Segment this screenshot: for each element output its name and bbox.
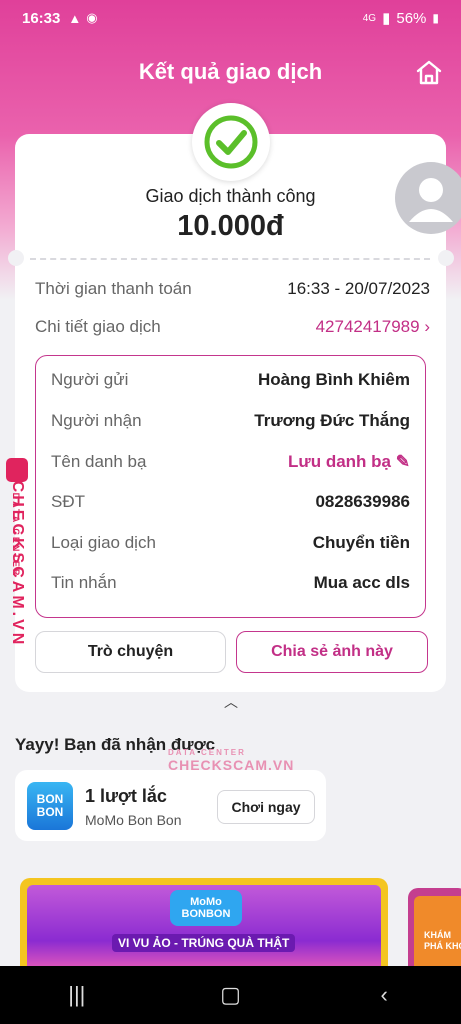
- banner-logo: MoMo BONBON: [170, 890, 242, 926]
- play-now-button[interactable]: Chơi ngay: [217, 790, 315, 824]
- watermark-center: DATA CENTER CHECKSCAM.VN: [168, 748, 295, 773]
- home-nav-icon: ▢: [220, 982, 241, 1007]
- message-value: Mua acc dls: [313, 573, 410, 592]
- messenger-icon: ◉: [86, 10, 98, 25]
- recent-apps-icon: |||: [68, 982, 86, 1007]
- save-contact-link[interactable]: Lưu danh bạ ✎: [288, 452, 410, 472]
- system-nav-bar: ||| ▢ ‹: [0, 966, 461, 1024]
- secondary-banner-text: KHÁM PHÁ KHO: [424, 930, 461, 951]
- network-icon: 4G: [362, 12, 377, 24]
- page-header: Kết quả giao dịch: [0, 48, 461, 96]
- reward-subtitle: MoMo Bon Bon: [85, 812, 182, 828]
- back-icon: ‹: [380, 982, 388, 1007]
- type-label: Loại giao dịch: [51, 533, 156, 552]
- watermark-vertical-sub: DATA CENTER: [11, 492, 21, 578]
- recent-apps-button[interactable]: |||: [47, 975, 107, 1015]
- chevron-up-icon[interactable]: ︿: [218, 692, 244, 710]
- status-time: 16:33: [22, 9, 61, 27]
- status-message: Giao dịch thành công: [145, 186, 316, 206]
- transaction-id-link[interactable]: 42742417989 ›: [316, 317, 430, 337]
- ticket-notch-right: [438, 250, 454, 266]
- success-check-icon: [204, 115, 258, 169]
- sender-value: Hoàng Bình Khiêm: [257, 370, 410, 389]
- ticket-notch-left: [8, 250, 24, 266]
- chat-button[interactable]: Trò chuyện: [35, 631, 226, 673]
- transaction-amount: 10.000đ: [177, 210, 284, 242]
- receiver-label: Người nhận: [51, 411, 142, 430]
- battery-icon: ▮: [432, 11, 439, 25]
- page-title: Kết quả giao dịch: [138, 59, 323, 84]
- phone-value: 0828639986: [315, 492, 410, 511]
- home-button[interactable]: [411, 58, 447, 86]
- contact-label: Tên danh bạ: [51, 452, 147, 471]
- status-bar: 16:33 ▲ ◉ 4G ▮ 56% ▮: [0, 0, 461, 36]
- signal-icon: ▮: [382, 10, 391, 27]
- reward-title: 1 lượt lắc: [85, 786, 167, 806]
- banner-tagline: VI VU ẢO - TRÚNG QUÀ THẬT: [112, 934, 296, 952]
- battery-level: 56%: [396, 9, 427, 27]
- home-nav-button[interactable]: ▢: [200, 975, 260, 1015]
- edit-icon: ✎: [395, 452, 410, 471]
- bonbon-logo: BON BON: [27, 782, 73, 830]
- transaction-details-box: Người gửi Hoàng Bình Khiêm Người nhận Tr…: [35, 355, 426, 618]
- transaction-detail-row[interactable]: Chi tiết giao dịch 42742417989 ›: [35, 317, 430, 337]
- type-value: Chuyển tiền: [312, 533, 410, 552]
- type-row: Loại giao dịch Chuyển tiền: [51, 533, 410, 553]
- payment-time-label: Thời gian thanh toán: [35, 279, 192, 298]
- payment-time-row: Thời gian thanh toán 16:33 - 20/07/2023: [35, 279, 430, 299]
- back-button[interactable]: ‹: [354, 975, 414, 1015]
- chevron-right-icon: ›: [424, 317, 430, 336]
- phone-label: SĐT: [51, 492, 85, 511]
- message-row: Tin nhắn Mua acc dls: [51, 573, 410, 593]
- promo-banner-secondary[interactable]: KHÁM PHÁ KHO: [408, 888, 461, 978]
- success-badge: [192, 103, 270, 181]
- reward-card: BON BON 1 lượt lắc MoMo Bon Bon Chơi nga…: [15, 770, 326, 841]
- transaction-detail-label: Chi tiết giao dịch: [35, 317, 161, 336]
- dashed-divider: [30, 258, 430, 260]
- contact-row: Tên danh bạ Lưu danh bạ ✎: [51, 452, 410, 472]
- sender-row: Người gửi Hoàng Bình Khiêm: [51, 370, 410, 390]
- payment-time-value: 16:33 - 20/07/2023: [287, 279, 430, 298]
- home-icon: [416, 60, 442, 85]
- share-image-button[interactable]: Chia sẻ ảnh này: [236, 631, 428, 673]
- promo-banner[interactable]: MoMo BONBON VI VU ẢO - TRÚNG QUÀ THẬT: [20, 878, 388, 978]
- message-label: Tin nhắn: [51, 573, 117, 592]
- receiver-row: Người nhận Trương Đức Thắng: [51, 411, 410, 431]
- warning-icon: ▲: [68, 10, 82, 26]
- receiver-value: Trương Đức Thắng: [254, 411, 410, 430]
- phone-row: SĐT 0828639986: [51, 492, 410, 512]
- sender-label: Người gửi: [51, 370, 129, 389]
